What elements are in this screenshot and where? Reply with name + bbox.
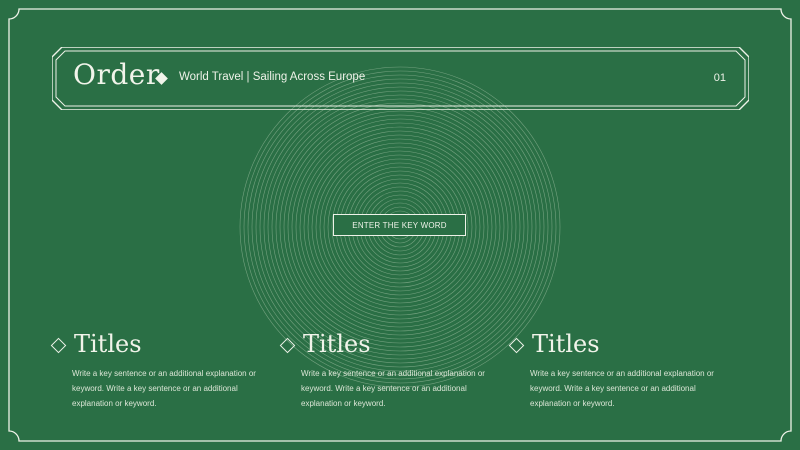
page-number: 01 [713, 72, 726, 84]
header-box: Order World Travel | Sailing Across Euro… [52, 47, 749, 110]
diamond-outline-icon [50, 337, 67, 354]
feature-title: Titles [74, 330, 142, 358]
feature-description: Write a key sentence or an additional ex… [301, 369, 485, 408]
feature-title: Titles [303, 330, 371, 358]
page-title: Order [73, 58, 160, 91]
header-subtitle: World Travel | Sailing Across Europe [179, 71, 366, 83]
feature-description: Write a key sentence or an additional ex… [72, 369, 256, 408]
feature-description: Write a key sentence or an additional ex… [530, 369, 714, 408]
slide: Order World Travel | Sailing Across Euro… [0, 0, 800, 450]
feature-title: Titles [532, 330, 600, 358]
diamond-outline-icon [279, 337, 296, 354]
diamond-outline-icon [508, 337, 525, 354]
keyword-button[interactable]: ENTER THE KEY WORD [333, 214, 466, 236]
